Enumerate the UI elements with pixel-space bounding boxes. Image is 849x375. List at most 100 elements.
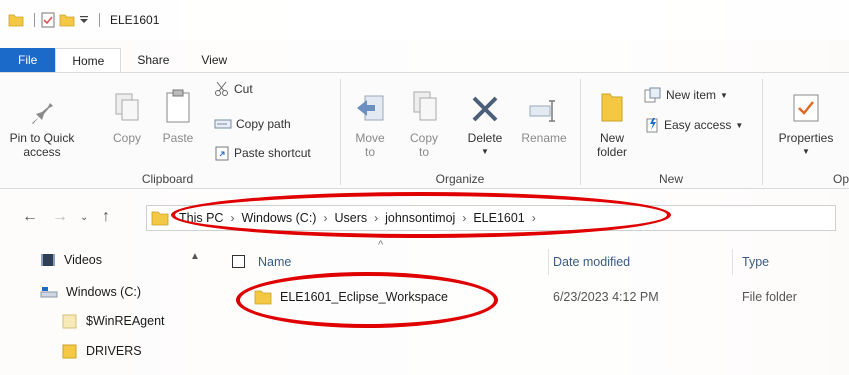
pin-label-1: Pin to Quick [9, 131, 75, 145]
properties-dropdown-icon[interactable]: ▼ [802, 145, 810, 159]
tab-view[interactable]: View [185, 48, 243, 72]
sort-ascending-icon: ^ [378, 239, 384, 251]
new-folder-icon[interactable] [59, 13, 75, 27]
title-separator-2 [99, 13, 100, 27]
title-bar: ELE1601 [0, 0, 849, 40]
paste-icon [164, 88, 192, 127]
breadcrumb-separator-icon[interactable]: › [532, 211, 536, 225]
nav-item-label: Windows (C:) [66, 285, 142, 299]
delete-dropdown-icon[interactable]: ▼ [481, 145, 489, 159]
pin-icon [29, 94, 55, 127]
window-title: ELE1601 [110, 13, 160, 27]
new-group-label: New [658, 172, 683, 186]
group-separator [580, 79, 581, 185]
title-separator [34, 13, 35, 27]
move-to-icon [355, 90, 385, 127]
easy-access-label: Easy access [664, 118, 732, 132]
copy-icon [114, 92, 140, 127]
open-group: Properties ▼ Op [764, 73, 849, 190]
breadcrumb-windows-c[interactable]: Windows (C:) [241, 211, 316, 225]
tab-home[interactable]: Home [55, 48, 122, 72]
back-arrow-icon[interactable]: ← [22, 208, 38, 226]
breadcrumb-users[interactable]: Users [334, 211, 367, 225]
select-all-checkbox[interactable] [232, 255, 245, 268]
breadcrumb-separator-icon[interactable]: › [462, 211, 466, 225]
drive-icon [40, 285, 58, 299]
paste-button[interactable]: Paste [158, 83, 198, 145]
breadcrumb-separator-icon[interactable]: › [323, 211, 327, 225]
easy-access-icon [644, 117, 660, 133]
paste-shortcut-button[interactable]: Paste shortcut [214, 145, 311, 161]
properties-label: Properties [778, 131, 834, 145]
group-separator [762, 79, 763, 185]
recent-locations-chevron-icon[interactable]: ⌄ [80, 212, 88, 223]
organize-group: Move to Copy to Delete ▼ Rename Organize [342, 73, 578, 190]
nav-item-windows-c[interactable]: Windows (C:) [40, 285, 141, 299]
easy-access-dropdown-icon: ▼ [735, 120, 744, 130]
address-bar[interactable]: This PC › Windows (C:) › Users › johnson… [146, 205, 836, 231]
customize-dropdown-icon[interactable] [79, 15, 89, 25]
new-folder-icon [600, 88, 624, 127]
nav-item-winreagent[interactable]: $WinREAgent [62, 313, 165, 329]
breadcrumb-ele1601[interactable]: ELE1601 [473, 211, 524, 225]
pin-label-2: access [23, 145, 61, 159]
open-group-label: Op [832, 172, 849, 186]
breadcrumb-separator-icon[interactable]: › [230, 211, 234, 225]
explorer-window: ELE1601 File Home Share View Pin to Quic… [0, 0, 849, 375]
folder-icon [62, 313, 78, 329]
copy-path-button[interactable]: Copy path [214, 117, 291, 131]
cut-button[interactable]: Cut [214, 81, 253, 97]
nav-item-videos[interactable]: Videos [40, 253, 102, 267]
column-header-row: ^ Name Date modified Type [210, 239, 849, 279]
new-item-button[interactable]: New item ▼ [644, 87, 728, 103]
folder-icon [62, 343, 78, 359]
cut-label: Cut [234, 82, 253, 96]
up-arrow-icon[interactable]: ↑ [102, 208, 110, 226]
breadcrumb-this-pc[interactable]: This PC [179, 211, 223, 225]
column-divider[interactable] [732, 249, 733, 275]
copy-path-label: Copy path [236, 117, 291, 131]
move-to-button[interactable]: Move to [350, 83, 390, 159]
rename-button[interactable]: Rename [516, 83, 572, 145]
properties-button[interactable]: Properties ▼ [770, 83, 842, 159]
column-header-date-modified[interactable]: Date modified [553, 255, 630, 269]
new-item-dropdown-icon: ▼ [720, 90, 728, 100]
properties-check-icon[interactable] [41, 12, 55, 28]
folder-icon [8, 13, 24, 27]
clipboard-group-label: Clipboard [141, 172, 194, 186]
move-to-label-2: to [364, 145, 375, 159]
table-row[interactable]: ELE1601_Eclipse_Workspace 6/23/2023 4:12… [232, 286, 849, 310]
tab-file[interactable]: File [0, 48, 56, 72]
copy-button[interactable]: Copy [108, 83, 146, 145]
column-divider[interactable] [548, 249, 549, 275]
new-folder-label-1: New [599, 131, 624, 145]
forward-arrow-icon[interactable]: → [52, 208, 68, 226]
easy-access-button[interactable]: Easy access ▼ [644, 117, 743, 133]
videos-icon [40, 253, 56, 267]
file-list: ^ Name Date modified Type ELE1601_Eclips… [210, 239, 849, 375]
nav-item-drivers[interactable]: DRIVERS [62, 343, 142, 359]
breadcrumb-johnsontimoj[interactable]: johnsontimoj [385, 211, 455, 225]
rename-label: Rename [521, 131, 567, 145]
delete-button[interactable]: Delete ▼ [462, 83, 508, 159]
new-item-label: New item [666, 88, 717, 102]
move-to-label-1: Move [355, 131, 385, 145]
copy-to-label-2: to [418, 145, 429, 159]
copy-to-button[interactable]: Copy to [404, 83, 444, 159]
column-header-name[interactable]: Name [258, 255, 291, 269]
copy-to-label-1: Copy [409, 131, 438, 145]
scroll-up-arrow-icon[interactable]: ▲ [190, 251, 200, 262]
file-type: File folder [742, 290, 797, 304]
pin-to-quick-access-button[interactable]: Pin to Quick access [4, 83, 80, 159]
new-folder-button[interactable]: New folder [590, 83, 634, 159]
file-name[interactable]: ELE1601_Eclipse_Workspace [280, 290, 448, 304]
copy-path-icon [214, 118, 232, 130]
tab-share[interactable]: Share [121, 48, 185, 72]
paste-label: Paste [162, 131, 194, 145]
properties-icon [791, 92, 821, 127]
breadcrumb-separator-icon[interactable]: › [374, 211, 378, 225]
column-header-type[interactable]: Type [742, 255, 769, 269]
ribbon-tabs: File Home Share View [0, 48, 849, 72]
address-folder-icon [151, 210, 169, 226]
ribbon: Pin to Quick access Copy Paste Cut Copy … [0, 72, 849, 189]
